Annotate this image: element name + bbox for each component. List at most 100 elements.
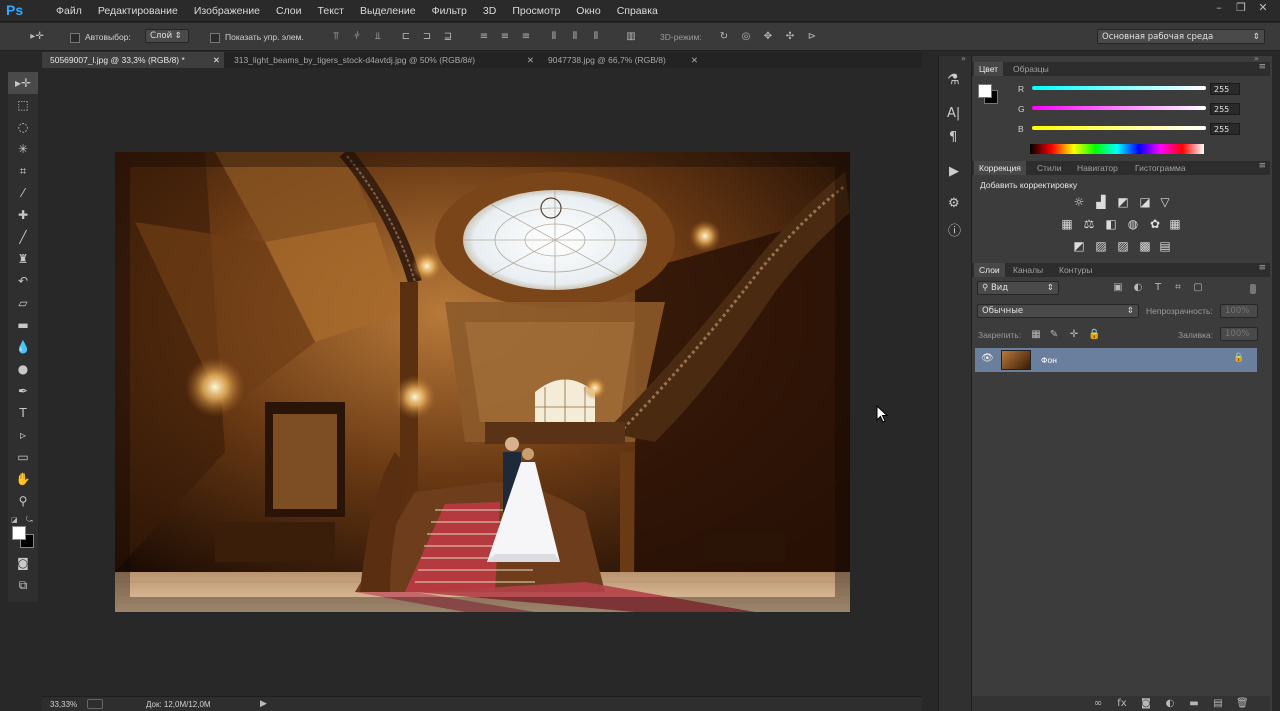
filter-pixel-icon[interactable]: ▣ (1112, 282, 1124, 294)
visibility-eye-icon[interactable]: 👁 (981, 353, 994, 364)
layer-filter-dropdown[interactable]: ⚲ Вид ⇕ (977, 281, 1059, 295)
history-brush-tool-icon[interactable]: ↶ (8, 270, 38, 292)
menu-layer[interactable]: Слои (268, 5, 310, 17)
shape-tool-icon[interactable]: ▭ (8, 446, 38, 468)
menu-window[interactable]: Окно (568, 5, 608, 17)
lock-transparent-icon[interactable]: ▦ (1030, 329, 1042, 341)
history-panel-icon[interactable]: ⚗ (947, 72, 960, 88)
lock-pixels-icon[interactable]: ✎ (1048, 329, 1060, 341)
brush-tool-icon[interactable]: ╱ (8, 226, 38, 248)
zoom-level[interactable]: 33,33% (50, 700, 77, 709)
distribute-top-icon[interactable]: ≡ (478, 31, 490, 43)
new-layer-icon[interactable]: ▤ (1212, 698, 1224, 710)
tab-color[interactable]: Цвет (974, 62, 1004, 76)
pen-tool-icon[interactable]: ✒ (8, 380, 38, 402)
opacity-field[interactable]: 100% (1220, 304, 1258, 318)
status-share-icon[interactable] (87, 699, 103, 709)
menu-3d[interactable]: 3D (475, 5, 504, 17)
autoselect-dropdown[interactable]: Слой ⇕ (145, 29, 189, 43)
align-right-icon[interactable]: ⊒ (442, 31, 454, 43)
foreground-color-swatch[interactable] (12, 526, 26, 540)
invert-icon[interactable]: ◩ (1072, 239, 1086, 253)
healing-brush-tool-icon[interactable]: ✚ (8, 204, 38, 226)
lock-all-icon[interactable]: 🔒 (1088, 329, 1100, 341)
restore-button[interactable]: ❐ (1232, 1, 1250, 15)
tab-layers[interactable]: Слои (974, 263, 1005, 277)
default-colors-icon[interactable]: ◪ (11, 516, 18, 524)
auto-align-icon[interactable]: ▥ (625, 31, 637, 43)
3d-scale-icon[interactable]: ⊳ (806, 31, 818, 43)
distribute-hcenter-icon[interactable]: ⦀ (569, 31, 581, 43)
close-button[interactable]: ✕ (1254, 1, 1272, 15)
channel-g-value[interactable]: 255 (1210, 103, 1240, 115)
doc-tab-3[interactable]: 9047738.jpg @ 66,7% (RGB/8) ✕ (540, 52, 702, 68)
filter-toggle-icon[interactable] (1250, 284, 1256, 294)
filter-adjustment-icon[interactable]: ◐ (1132, 282, 1144, 294)
expand-panels-icon[interactable]: » (961, 54, 966, 63)
dodge-tool-icon[interactable]: ● (8, 358, 38, 380)
gradient-tool-icon[interactable]: ▬ (8, 314, 38, 336)
document-image[interactable] (115, 152, 850, 612)
blur-tool-icon[interactable]: 💧 (8, 336, 38, 358)
distribute-right-icon[interactable]: ⦀ (590, 31, 602, 43)
menu-select[interactable]: Выделение (352, 5, 424, 17)
crop-tool-icon[interactable]: ⌗ (8, 160, 38, 182)
swap-colors-icon[interactable]: ⤿ (26, 515, 33, 525)
magic-wand-tool-icon[interactable]: ✳ (8, 138, 38, 160)
status-menu-arrow-icon[interactable]: ▶ (260, 699, 267, 709)
menu-edit[interactable]: Редактирование (90, 5, 186, 17)
close-tab-icon[interactable]: ✕ (691, 52, 698, 68)
minimize-button[interactable]: – (1210, 1, 1228, 15)
filter-smart-object-icon[interactable]: ▢ (1192, 282, 1204, 294)
distribute-bottom-icon[interactable]: ≡ (520, 31, 532, 43)
align-left-icon[interactable]: ⊏ (400, 31, 412, 43)
channel-mixer-icon[interactable]: ✿ (1148, 217, 1162, 231)
paragraph-panel-icon[interactable]: ¶ (949, 130, 957, 145)
threshold-icon[interactable]: ▨ (1116, 239, 1130, 253)
quick-mask-icon[interactable]: ◙ (8, 552, 38, 574)
tab-paths[interactable]: Контуры (1054, 263, 1097, 277)
eraser-tool-icon[interactable]: ▱ (8, 292, 38, 314)
curves-icon[interactable]: ◩ (1116, 195, 1130, 209)
move-tool-icon[interactable]: ▸✛ (8, 72, 38, 94)
type-tool-icon[interactable]: T (8, 402, 38, 424)
eyedropper-tool-icon[interactable]: ⁄ (8, 182, 38, 204)
3d-rotate-icon[interactable]: ↻ (718, 31, 730, 43)
channel-r-slider[interactable] (1032, 86, 1206, 90)
3d-slide-icon[interactable]: ✣ (784, 31, 796, 43)
align-hcenter-icon[interactable]: ⊐ (421, 31, 433, 43)
blend-mode-dropdown[interactable]: Обычные ⇕ (977, 304, 1139, 318)
menu-filter[interactable]: Фильтр (424, 5, 475, 17)
new-adjustment-layer-icon[interactable]: ◐ (1164, 698, 1176, 710)
layer-row[interactable]: 👁 Фон 🔒 (975, 348, 1257, 372)
screen-mode-icon[interactable]: ⧉ (8, 574, 38, 596)
doc-tab-1[interactable]: 50569007_l.jpg @ 33,3% (RGB/8) * ✕ (42, 52, 224, 68)
channel-r-value[interactable]: 255 (1210, 83, 1240, 95)
new-group-icon[interactable]: ▬ (1188, 698, 1200, 710)
align-top-icon[interactable]: ⫪ (330, 31, 342, 43)
hand-tool-icon[interactable]: ✋ (8, 468, 38, 490)
show-transform-checkbox[interactable] (210, 33, 220, 43)
tab-channels[interactable]: Каналы (1008, 263, 1048, 277)
lasso-tool-icon[interactable]: ◌ (8, 116, 38, 138)
menu-file[interactable]: Файл (48, 5, 90, 17)
color-fg-swatch[interactable] (978, 84, 992, 98)
path-selection-tool-icon[interactable]: ▹ (8, 424, 38, 446)
align-vcenter-icon[interactable]: ⫩ (351, 31, 363, 43)
posterize-icon[interactable]: ▨ (1094, 239, 1108, 253)
move-tool-preset-icon[interactable]: ▸✛ (28, 31, 46, 43)
link-layers-icon[interactable]: ∞ (1092, 698, 1104, 710)
menu-image[interactable]: Изображение (186, 5, 268, 17)
distribute-left-icon[interactable]: ⦀ (548, 31, 560, 43)
color-balance-icon[interactable]: ⚖ (1082, 217, 1096, 231)
color-spectrum-bar[interactable] (1030, 144, 1204, 154)
color-swatches[interactable]: ◪ ⤿ (8, 512, 38, 552)
fill-field[interactable]: 100% (1220, 327, 1258, 341)
channel-b-value[interactable]: 255 (1210, 123, 1240, 135)
character-panel-icon[interactable]: A| (947, 106, 960, 121)
hue-saturation-icon[interactable]: ▦ (1060, 217, 1074, 231)
panel-menu-icon[interactable]: ≡ (1258, 263, 1266, 273)
workspace-dropdown[interactable]: Основная рабочая среда ⇕ (1097, 29, 1265, 44)
clone-stamp-tool-icon[interactable]: ♜ (8, 248, 38, 270)
vibrance-icon[interactable]: ▽ (1158, 195, 1172, 209)
